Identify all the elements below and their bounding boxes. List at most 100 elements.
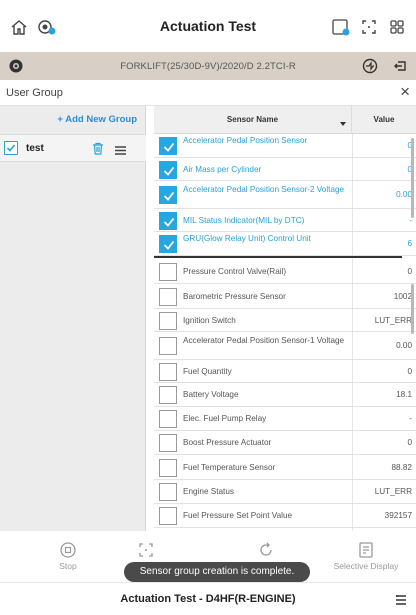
user-group-label: User Group <box>6 86 63 99</box>
row-checkbox[interactable] <box>159 434 177 452</box>
row-checkbox[interactable] <box>159 483 177 501</box>
row-checkbox[interactable] <box>159 362 177 381</box>
sensor-value: 0 <box>407 164 412 174</box>
row-checkbox[interactable] <box>159 186 177 204</box>
table-row[interactable]: Accelerator Pedal Position Sensor 0 <box>154 134 416 158</box>
row-checkbox[interactable] <box>159 235 177 253</box>
scrollbar-selected[interactable] <box>411 138 414 218</box>
sensor-name: Pressure Control Valve(Rail) <box>183 267 287 276</box>
sensor-name: Elec. Fuel Pump Relay <box>183 414 267 423</box>
sensor-name: Output of Fuel Metering Unit(MPROP) <box>183 530 348 531</box>
sensor-value: 0 <box>407 438 412 447</box>
stop-button[interactable]: Stop <box>28 541 108 571</box>
sensor-name: Fuel Pressure Set Point Value <box>183 511 293 520</box>
add-group-button[interactable]: + Add New Group <box>57 114 137 125</box>
table-row[interactable]: Accelerator Pedal Position Sensor-2 Volt… <box>154 181 416 209</box>
table-row[interactable]: Battery Voltage 18.1 <box>154 383 416 407</box>
stop-icon <box>28 541 108 559</box>
table-row[interactable]: Boost Pressure Actuator 0 <box>154 431 416 455</box>
table-row[interactable]: Pressure Control Valve(Rail) 0 <box>154 260 416 284</box>
user-group-bar: User Group × <box>0 80 416 106</box>
trash-icon[interactable] <box>92 142 104 160</box>
row-checkbox[interactable] <box>159 386 177 404</box>
sensor-name: Fuel Quantity <box>183 366 232 376</box>
row-checkbox[interactable] <box>159 507 177 525</box>
sensor-name: Fuel Temperature Sensor <box>183 462 276 472</box>
row-checkbox[interactable] <box>159 337 177 355</box>
vehicle-bar: FORKLIFT(25/30D-9V)/2020/D 2.2TCI-R <box>0 52 416 80</box>
footer-title: Actuation Test - D4HF(R-ENGINE) <box>120 593 296 605</box>
sensor-name: Air Mass per Cylinder <box>183 164 262 174</box>
scrollbar-unselected[interactable] <box>411 284 414 334</box>
row-checkbox[interactable] <box>159 211 177 230</box>
row-checkbox[interactable] <box>159 160 177 179</box>
vehicle-description: FORKLIFT(25/30D-9V)/2020/D 2.2TCI-R <box>120 60 296 72</box>
sensor-value: 0.00 <box>396 341 412 350</box>
tablet-icon[interactable] <box>330 16 352 38</box>
sensor-value: 0 <box>407 141 412 150</box>
menu-icon[interactable] <box>114 143 127 161</box>
table-row[interactable]: Accelerator Pedal Position Sensor-1 Volt… <box>154 332 416 360</box>
table-row[interactable]: Air Mass per Cylinder 0 <box>154 158 416 181</box>
group-name: test <box>26 142 44 154</box>
footer-bar: Actuation Test - D4HF(R-ENGINE) <box>0 582 416 615</box>
row-checkbox[interactable] <box>159 311 177 330</box>
sensor-value: 0 <box>407 267 412 276</box>
sensor-value: 392157 <box>384 511 412 520</box>
row-checkbox[interactable] <box>159 458 177 477</box>
table-row[interactable]: Elec. Fuel Pump Relay - <box>154 407 416 431</box>
sensor-value: 18.1 <box>396 390 412 399</box>
connection-icon[interactable] <box>362 58 378 79</box>
row-checkbox[interactable] <box>159 287 177 306</box>
selective-display-button[interactable]: Selective Display <box>326 541 406 571</box>
exit-icon[interactable] <box>392 58 408 79</box>
table-row[interactable]: GRU(Glow Relay Unit) Control Unit 6 <box>154 232 416 256</box>
selective-display-icon <box>326 541 406 559</box>
refresh-icon <box>226 541 306 559</box>
sensor-value: 1002 <box>393 291 412 301</box>
sensor-value: LUT_ERR <box>374 487 412 496</box>
table-row[interactable]: MIL Status Indicator(MIL by DTC) - <box>154 209 416 232</box>
stop-label: Stop <box>59 561 77 571</box>
top-bar: Actuation Test <box>0 0 416 52</box>
sensor-value: 6 <box>407 239 412 248</box>
table-header: Sensor Name Value <box>154 106 416 134</box>
table-row[interactable]: Fuel Quantity 0 <box>154 360 416 383</box>
table-row[interactable]: Ignition Switch LUT_ERR <box>154 309 416 332</box>
selective-display-label: Selective Display <box>333 561 399 571</box>
table-row[interactable]: Output of Fuel Metering Unit(MPROP)0 <box>154 528 416 531</box>
sensor-value: 0.00 <box>396 190 412 199</box>
column-header-value: Value <box>373 115 395 124</box>
capture-button[interactable] <box>106 541 186 559</box>
sensor-name: Accelerator Pedal Position Sensor <box>183 136 308 145</box>
sensor-name: Accelerator Pedal Position Sensor-1 Volt… <box>183 336 345 345</box>
group-checkbox[interactable] <box>4 141 18 155</box>
sensor-value: - <box>409 215 412 225</box>
sensor-name: Ignition Switch <box>183 315 236 325</box>
table-row[interactable]: Barometric Pressure Sensor 1002 <box>154 284 416 309</box>
sensor-value: 0 <box>407 366 412 376</box>
refresh-button[interactable] <box>226 541 306 559</box>
sensor-name: Battery Voltage <box>183 390 239 399</box>
sensor-name: MIL Status Indicator(MIL by DTC) <box>183 215 305 225</box>
capture-icon <box>106 541 186 559</box>
sensor-value: LUT_ERR <box>374 315 412 325</box>
sensor-table: Sensor Name Value Accelerator Pedal Posi… <box>154 106 416 531</box>
close-icon[interactable]: × <box>400 82 410 102</box>
sensor-name: GRU(Glow Relay Unit) Control Unit <box>183 234 311 243</box>
more-icon[interactable] <box>394 593 408 612</box>
sensor-name: Boost Pressure Actuator <box>183 438 272 447</box>
column-header-sensor-name[interactable]: Sensor Name <box>154 106 352 134</box>
table-row[interactable]: Fuel Temperature Sensor 88.82 <box>154 455 416 480</box>
row-checkbox[interactable] <box>159 263 177 281</box>
sensor-name: Engine Status <box>183 487 234 496</box>
table-row[interactable]: Fuel Pressure Set Point Value 392157 <box>154 504 416 528</box>
group-row[interactable]: test <box>0 134 146 162</box>
table-row[interactable]: Engine Status LUT_ERR <box>154 480 416 504</box>
row-checkbox[interactable] <box>159 137 177 155</box>
grid-icon[interactable] <box>386 16 408 38</box>
fullscreen-icon[interactable] <box>358 16 380 38</box>
toast-message: Sensor group creation is complete. <box>124 562 310 582</box>
selection-divider <box>154 256 402 258</box>
row-checkbox[interactable] <box>159 410 177 428</box>
